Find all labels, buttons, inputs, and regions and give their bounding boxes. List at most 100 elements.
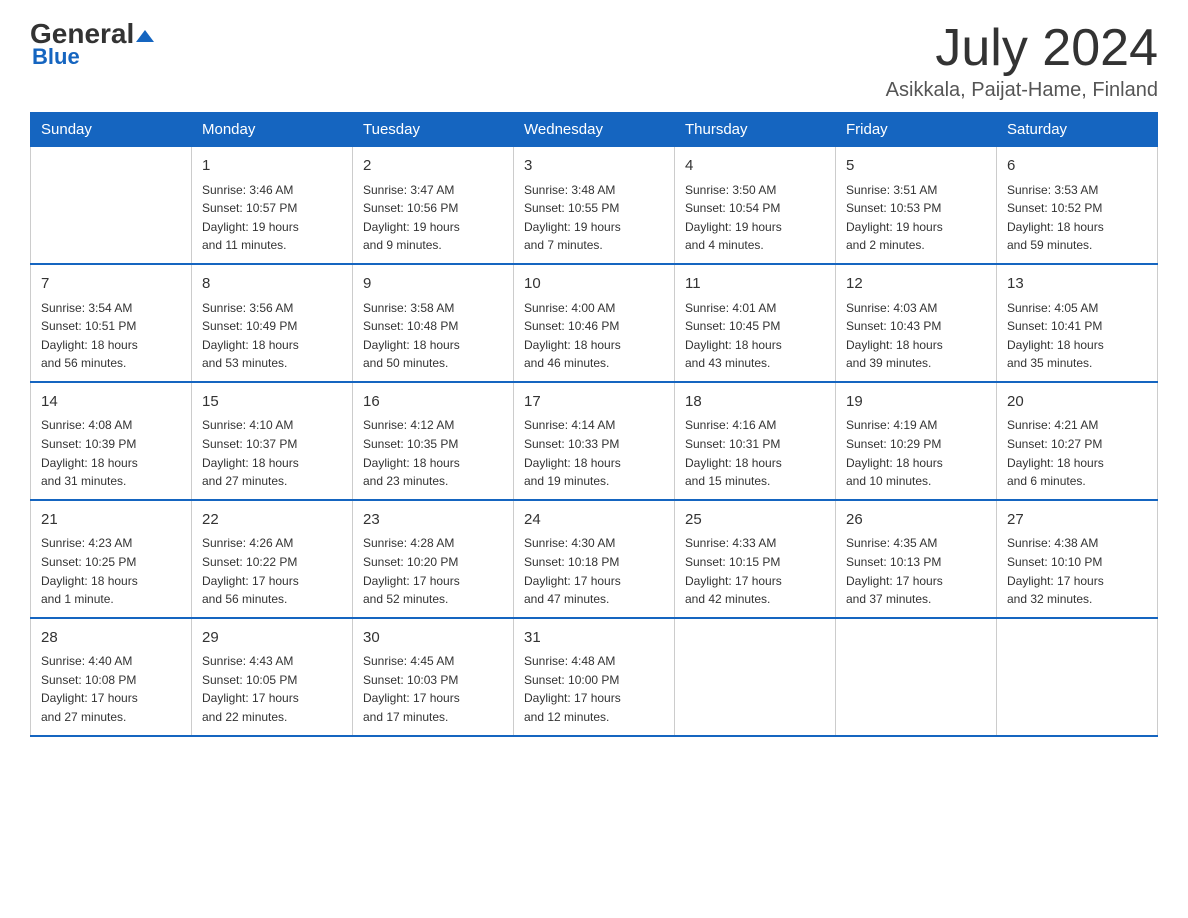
day-info: Sunrise: 3:50 AM Sunset: 10:54 PM Daylig… <box>685 181 825 255</box>
calendar-week-row: 28Sunrise: 4:40 AM Sunset: 10:08 PM Dayl… <box>31 618 1158 736</box>
day-number: 3 <box>524 155 664 178</box>
calendar-cell: 15Sunrise: 4:10 AM Sunset: 10:37 PM Dayl… <box>192 382 353 500</box>
day-info: Sunrise: 4:08 AM Sunset: 10:39 PM Daylig… <box>41 416 181 490</box>
day-number: 14 <box>41 391 181 414</box>
calendar-header-row: SundayMondayTuesdayWednesdayThursdayFrid… <box>31 113 1158 147</box>
day-info: Sunrise: 4:43 AM Sunset: 10:05 PM Daylig… <box>202 652 342 726</box>
calendar-cell: 30Sunrise: 4:45 AM Sunset: 10:03 PM Dayl… <box>353 618 514 736</box>
day-number: 23 <box>363 509 503 532</box>
day-number: 21 <box>41 509 181 532</box>
day-number: 11 <box>685 273 825 296</box>
header-friday: Friday <box>836 113 997 147</box>
calendar-cell: 1 Sunrise: 3:46 AM Sunset: 10:57 PM Dayli… <box>192 147 353 264</box>
calendar-cell: 5Sunrise: 3:51 AM Sunset: 10:53 PM Dayli… <box>836 147 997 264</box>
calendar-week-row: 1 Sunrise: 3:46 AM Sunset: 10:57 PM Dayli… <box>31 147 1158 264</box>
calendar-cell: 9 Sunrise: 3:58 AM Sunset: 10:48 PM Dayli… <box>353 264 514 382</box>
day-info: Sunrise: 4:16 AM Sunset: 10:31 PM Daylig… <box>685 416 825 490</box>
day-number: 4 <box>685 155 825 178</box>
month-year-title: July 2024 <box>886 20 1158 77</box>
calendar-cell: 22Sunrise: 4:26 AM Sunset: 10:22 PM Dayl… <box>192 500 353 618</box>
day-number: 15 <box>202 391 342 414</box>
calendar-cell <box>997 618 1158 736</box>
day-info: Sunrise: 4:26 AM Sunset: 10:22 PM Daylig… <box>202 534 342 608</box>
day-info: Sunrise: 3:48 AM Sunset: 10:55 PM Daylig… <box>524 181 664 255</box>
header-wednesday: Wednesday <box>514 113 675 147</box>
location-subtitle: Asikkala, Paijat-Hame, Finland <box>886 79 1158 102</box>
day-number: 2 <box>363 155 503 178</box>
day-info: Sunrise: 3:53 AM Sunset: 10:52 PM Daylig… <box>1007 181 1147 255</box>
day-number: 31 <box>524 627 664 650</box>
calendar-cell: 14Sunrise: 4:08 AM Sunset: 10:39 PM Dayl… <box>31 382 192 500</box>
calendar-cell: 27Sunrise: 4:38 AM Sunset: 10:10 PM Dayl… <box>997 500 1158 618</box>
day-number: 7 <box>41 273 181 296</box>
day-number: 20 <box>1007 391 1147 414</box>
calendar-cell: 24Sunrise: 4:30 AM Sunset: 10:18 PM Dayl… <box>514 500 675 618</box>
day-number: 8 <box>202 273 342 296</box>
day-info: Sunrise: 4:30 AM Sunset: 10:18 PM Daylig… <box>524 534 664 608</box>
calendar-cell: 7 Sunrise: 3:54 AM Sunset: 10:51 PM Dayli… <box>31 264 192 382</box>
calendar-cell: 6 Sunrise: 3:53 AM Sunset: 10:52 PM Dayli… <box>997 147 1158 264</box>
day-info: Sunrise: 4:00 AM Sunset: 10:46 PM Daylig… <box>524 299 664 373</box>
day-info: Sunrise: 4:05 AM Sunset: 10:41 PM Daylig… <box>1007 299 1147 373</box>
calendar-cell: 25Sunrise: 4:33 AM Sunset: 10:15 PM Dayl… <box>675 500 836 618</box>
calendar-cell: 18Sunrise: 4:16 AM Sunset: 10:31 PM Dayl… <box>675 382 836 500</box>
calendar-cell: 10 Sunrise: 4:00 AM Sunset: 10:46 PM Dayl… <box>514 264 675 382</box>
header-saturday: Saturday <box>997 113 1158 147</box>
day-info: Sunrise: 4:14 AM Sunset: 10:33 PM Daylig… <box>524 416 664 490</box>
calendar-cell <box>836 618 997 736</box>
header-tuesday: Tuesday <box>353 113 514 147</box>
calendar-cell: 2 Sunrise: 3:47 AM Sunset: 10:56 PM Dayli… <box>353 147 514 264</box>
day-info: Sunrise: 3:46 AM Sunset: 10:57 PM Daylig… <box>202 181 342 255</box>
day-info: Sunrise: 4:21 AM Sunset: 10:27 PM Daylig… <box>1007 416 1147 490</box>
calendar-cell: 28Sunrise: 4:40 AM Sunset: 10:08 PM Dayl… <box>31 618 192 736</box>
header-sunday: Sunday <box>31 113 192 147</box>
day-info: Sunrise: 3:54 AM Sunset: 10:51 PM Daylig… <box>41 299 181 373</box>
day-info: Sunrise: 4:33 AM Sunset: 10:15 PM Daylig… <box>685 534 825 608</box>
calendar-cell: 13Sunrise: 4:05 AM Sunset: 10:41 PM Dayl… <box>997 264 1158 382</box>
day-info: Sunrise: 4:01 AM Sunset: 10:45 PM Daylig… <box>685 299 825 373</box>
logo: General Blue <box>30 20 154 70</box>
calendar-week-row: 21Sunrise: 4:23 AM Sunset: 10:25 PM Dayl… <box>31 500 1158 618</box>
calendar-cell: 26Sunrise: 4:35 AM Sunset: 10:13 PM Dayl… <box>836 500 997 618</box>
header-monday: Monday <box>192 113 353 147</box>
day-number: 29 <box>202 627 342 650</box>
day-info: Sunrise: 4:10 AM Sunset: 10:37 PM Daylig… <box>202 416 342 490</box>
day-number: 16 <box>363 391 503 414</box>
calendar-cell <box>31 147 192 264</box>
title-area: July 2024 Asikkala, Paijat-Hame, Finland <box>886 20 1158 102</box>
calendar-cell <box>675 618 836 736</box>
calendar-cell: 11 Sunrise: 4:01 AM Sunset: 10:45 PM Dayl… <box>675 264 836 382</box>
calendar-cell: 21Sunrise: 4:23 AM Sunset: 10:25 PM Dayl… <box>31 500 192 618</box>
calendar-cell: 8 Sunrise: 3:56 AM Sunset: 10:49 PM Dayli… <box>192 264 353 382</box>
day-info: Sunrise: 3:56 AM Sunset: 10:49 PM Daylig… <box>202 299 342 373</box>
day-number: 9 <box>363 273 503 296</box>
day-number: 10 <box>524 273 664 296</box>
calendar-cell: 19Sunrise: 4:19 AM Sunset: 10:29 PM Dayl… <box>836 382 997 500</box>
calendar-table: SundayMondayTuesdayWednesdayThursdayFrid… <box>30 112 1158 736</box>
calendar-cell: 23Sunrise: 4:28 AM Sunset: 10:20 PM Dayl… <box>353 500 514 618</box>
day-number: 25 <box>685 509 825 532</box>
calendar-cell: 12Sunrise: 4:03 AM Sunset: 10:43 PM Dayl… <box>836 264 997 382</box>
day-number: 1 <box>202 155 342 178</box>
day-info: Sunrise: 4:45 AM Sunset: 10:03 PM Daylig… <box>363 652 503 726</box>
day-info: Sunrise: 3:47 AM Sunset: 10:56 PM Daylig… <box>363 181 503 255</box>
day-info: Sunrise: 4:19 AM Sunset: 10:29 PM Daylig… <box>846 416 986 490</box>
day-number: 6 <box>1007 155 1147 178</box>
day-number: 22 <box>202 509 342 532</box>
day-number: 18 <box>685 391 825 414</box>
day-info: Sunrise: 4:40 AM Sunset: 10:08 PM Daylig… <box>41 652 181 726</box>
logo-blue: Blue <box>30 44 80 70</box>
calendar-cell: 20Sunrise: 4:21 AM Sunset: 10:27 PM Dayl… <box>997 382 1158 500</box>
calendar-cell: 29Sunrise: 4:43 AM Sunset: 10:05 PM Dayl… <box>192 618 353 736</box>
day-info: Sunrise: 4:23 AM Sunset: 10:25 PM Daylig… <box>41 534 181 608</box>
day-number: 19 <box>846 391 986 414</box>
day-info: Sunrise: 3:58 AM Sunset: 10:48 PM Daylig… <box>363 299 503 373</box>
calendar-cell: 16Sunrise: 4:12 AM Sunset: 10:35 PM Dayl… <box>353 382 514 500</box>
calendar-cell: 3 Sunrise: 3:48 AM Sunset: 10:55 PM Dayli… <box>514 147 675 264</box>
calendar-cell: 31Sunrise: 4:48 AM Sunset: 10:00 PM Dayl… <box>514 618 675 736</box>
day-number: 17 <box>524 391 664 414</box>
calendar-cell: 17Sunrise: 4:14 AM Sunset: 10:33 PM Dayl… <box>514 382 675 500</box>
day-number: 27 <box>1007 509 1147 532</box>
day-info: Sunrise: 4:03 AM Sunset: 10:43 PM Daylig… <box>846 299 986 373</box>
day-info: Sunrise: 4:28 AM Sunset: 10:20 PM Daylig… <box>363 534 503 608</box>
